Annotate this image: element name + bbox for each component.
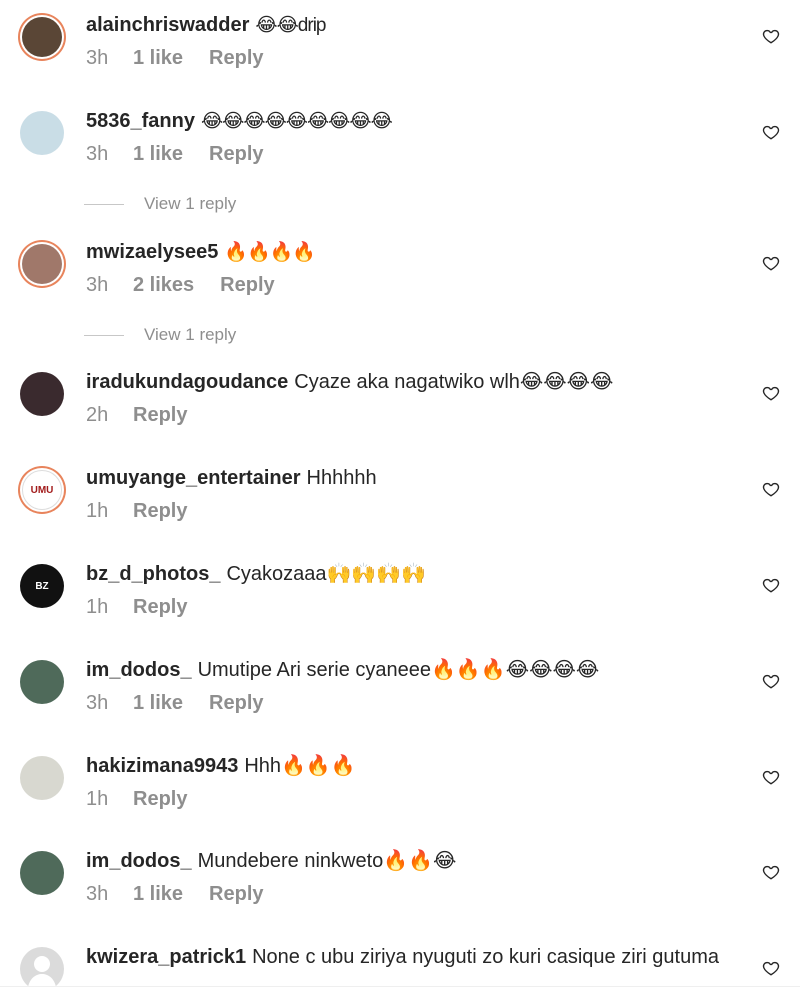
comment-time: 2h [86, 404, 109, 426]
view-replies-label[interactable]: View 1 reply [144, 325, 236, 345]
view-replies-button[interactable]: View 1 reply [84, 323, 236, 347]
reply-button[interactable]: Reply [133, 404, 187, 427]
comment-time: 1h [86, 500, 109, 522]
username[interactable]: im_dodos_ [86, 850, 192, 872]
comment-text-row: umuyange_entertainer Hhhhhh [86, 465, 740, 491]
reply-button[interactable]: Reply [220, 274, 274, 297]
likes-count[interactable]: 1 like [133, 143, 183, 166]
comment-text: Hhhhhh [306, 467, 377, 489]
heart-outline-icon[interactable] [762, 27, 780, 45]
avatar[interactable] [20, 756, 64, 800]
comment-item: alainchriswadder 😂😂drip 3h 1 like Reply [0, 0, 800, 96]
emoji-reaction-bar [0, 986, 800, 1003]
avatar[interactable] [20, 851, 64, 895]
likes-count[interactable]: 1 like [133, 883, 183, 906]
comment-text: 😂😂drip [255, 15, 326, 36]
username[interactable]: im_dodos_ [86, 659, 192, 681]
avatar[interactable] [20, 947, 64, 986]
avatar[interactable]: BZ [20, 564, 64, 608]
username[interactable]: umuyange_entertainer [86, 467, 301, 489]
reply-button[interactable]: Reply [133, 596, 187, 619]
heart-outline-icon[interactable] [762, 768, 780, 786]
comment-text: Cyakozaaa🙌🙌🙌🙌 [226, 563, 427, 585]
comment-item: hakizimana9943 Hhh🔥🔥🔥 1h Reply [0, 741, 800, 837]
comment-text: None c ubu ziriya nyuguti zo kuri casiqu… [252, 946, 720, 968]
comment-item: BZ bz_d_photos_ Cyakozaaa🙌🙌🙌🙌 1h Reply [0, 549, 800, 645]
avatar[interactable] [20, 660, 64, 704]
comment-text: Mundebere ninkweto🔥🔥😂 [197, 850, 457, 872]
comment-time: 3h [86, 143, 109, 165]
comment-text: Umutipe Ari serie cyaneee🔥🔥🔥😂😂😂😂 [197, 659, 600, 681]
avatar[interactable] [22, 17, 62, 57]
avatar[interactable] [22, 244, 62, 284]
username[interactable]: bz_d_photos_ [86, 563, 220, 585]
likes-count[interactable]: 1 like [133, 692, 183, 715]
heart-outline-icon[interactable] [762, 959, 780, 977]
likes-count[interactable]: 2 likes [133, 274, 194, 297]
comment-time: 1h [86, 788, 109, 810]
comment-time: 3h [86, 47, 109, 69]
username[interactable]: 5836_fanny [86, 110, 195, 132]
comment-text-row: im_dodos_ Umutipe Ari serie cyaneee🔥🔥🔥😂😂😂… [86, 657, 740, 683]
likes-count[interactable]: 1 like [133, 47, 183, 70]
avatar[interactable]: UMU [22, 470, 62, 510]
comment-item: 5836_fanny 😂😂😂😂😂😂😂😂😂 3h 1 like Reply [0, 96, 800, 192]
heart-outline-icon[interactable] [762, 576, 780, 594]
reply-button[interactable]: Reply [133, 500, 187, 523]
heart-outline-icon[interactable] [762, 480, 780, 498]
username[interactable]: mwizaelysee5 [86, 241, 218, 263]
comment-text-row: kwizera_patrick1 None c ubu ziriya nyugut… [86, 944, 740, 970]
comment-text-row: 5836_fanny 😂😂😂😂😂😂😂😂😂 [86, 108, 740, 135]
comment-text-row: alainchriswadder 😂😂drip [86, 12, 740, 39]
comment-text-row: bz_d_photos_ Cyakozaaa🙌🙌🙌🙌 [86, 561, 740, 587]
username[interactable]: hakizimana9943 [86, 755, 238, 777]
comment-meta: 3h 1 like Reply [86, 143, 264, 166]
view-replies-label[interactable]: View 1 reply [144, 194, 236, 214]
comment-text: Cyaze aka nagatwiko wlh😂😂😂😂 [294, 371, 614, 393]
comment-meta: 3h 1 like Reply [86, 883, 264, 906]
comment-meta: 2h Reply [86, 404, 187, 427]
comment-meta: 1h Reply [86, 596, 187, 619]
comment-text-row: mwizaelysee5 🔥🔥🔥🔥 [86, 239, 740, 266]
comment-time: 3h [86, 274, 109, 296]
comment-time: 3h [86, 692, 109, 714]
comment-text: 🔥🔥🔥🔥 [224, 242, 316, 263]
heart-outline-icon[interactable] [762, 672, 780, 690]
comment-meta: 3h 1 like Reply [86, 692, 264, 715]
divider [84, 334, 124, 336]
username[interactable]: iradukundagoudance [86, 371, 288, 393]
comment-item: im_dodos_ Mundebere ninkweto🔥🔥😂 3h 1 like… [0, 836, 800, 932]
comment-item: im_dodos_ Umutipe Ari serie cyaneee🔥🔥🔥😂😂😂… [0, 645, 800, 741]
comment-item: UMU umuyange_entertainer Hhhhhh 1h Reply [0, 453, 800, 549]
avatar[interactable] [20, 111, 64, 155]
comment-item: iradukundagoudance Cyaze aka nagatwiko wl… [0, 357, 800, 453]
heart-outline-icon[interactable] [762, 254, 780, 272]
comment-meta: 1h Reply [86, 500, 187, 523]
comment-meta: 3h 2 likes Reply [86, 274, 275, 297]
avatar[interactable] [20, 372, 64, 416]
comment-text: 😂😂😂😂😂😂😂😂😂 [200, 111, 393, 132]
reply-button[interactable]: Reply [209, 47, 263, 70]
comment-text-row: iradukundagoudance Cyaze aka nagatwiko wl… [86, 369, 740, 395]
heart-outline-icon[interactable] [762, 384, 780, 402]
comment-item: kwizera_patrick1 None c ubu ziriya nyugut… [0, 932, 800, 986]
reply-button[interactable]: Reply [209, 143, 263, 166]
comment-time: 1h [86, 596, 109, 618]
username[interactable]: alainchriswadder [86, 14, 249, 36]
comment-text-row: hakizimana9943 Hhh🔥🔥🔥 [86, 753, 740, 779]
heart-outline-icon[interactable] [762, 863, 780, 881]
comment-meta: 1h Reply [86, 788, 187, 811]
reply-button[interactable]: Reply [133, 788, 187, 811]
reply-button[interactable]: Reply [209, 883, 263, 906]
reply-button[interactable]: Reply [209, 692, 263, 715]
divider [84, 203, 124, 205]
view-replies-button[interactable]: View 1 reply [84, 192, 236, 216]
comment-text-row: im_dodos_ Mundebere ninkweto🔥🔥😂 [86, 848, 740, 874]
comment-text: Hhh🔥🔥🔥 [244, 755, 356, 777]
comment-time: 3h [86, 883, 109, 905]
comment-meta: 3h 1 like Reply [86, 47, 264, 70]
heart-outline-icon[interactable] [762, 123, 780, 141]
username[interactable]: kwizera_patrick1 [86, 946, 246, 968]
comment-item: mwizaelysee5 🔥🔥🔥🔥 3h 2 likes Reply [0, 227, 800, 323]
